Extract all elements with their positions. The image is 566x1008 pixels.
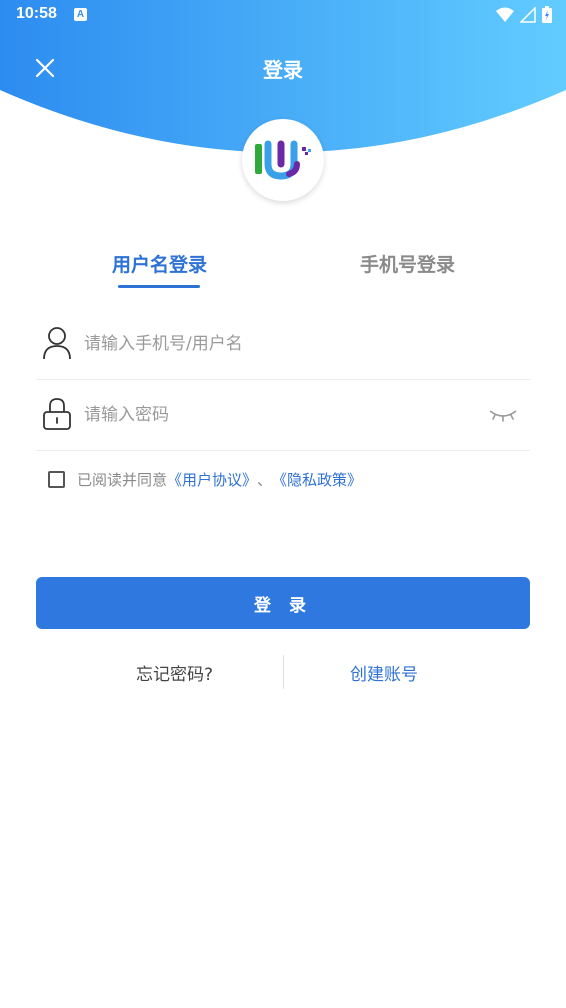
toggle-password-visibility[interactable]	[488, 403, 518, 425]
agreement-prefix: 已阅读并同意	[77, 470, 168, 489]
status-time: 10:58	[16, 5, 57, 22]
wifi-icon	[496, 7, 514, 22]
password-field-row	[36, 379, 530, 451]
create-account-link[interactable]: 创建账号	[350, 660, 418, 685]
logo-icon	[255, 140, 311, 180]
agreement-checkbox[interactable]	[48, 470, 65, 488]
eye-closed-icon	[489, 410, 517, 422]
agreement-row: 已阅读并同意 《用户协议》 、 《隐私政策》	[48, 468, 362, 490]
username-input[interactable]	[84, 328, 474, 360]
notification-icon: A	[74, 8, 87, 21]
signal-icon	[520, 6, 536, 23]
status-icons	[496, 6, 552, 23]
login-button[interactable]: 登 录	[36, 577, 530, 629]
tab-phone-login[interactable]: 手机号登录	[360, 250, 455, 277]
battery-icon	[542, 6, 552, 23]
lock-icon	[43, 398, 71, 430]
status-bar: 10:58 A	[0, 0, 566, 30]
login-tabs: 用户名登录 手机号登录	[0, 250, 566, 290]
username-field-row	[36, 308, 530, 380]
page-title: 登录	[263, 58, 303, 82]
tab-username-login[interactable]: 用户名登录	[112, 250, 207, 277]
user-icon	[43, 327, 71, 360]
password-input[interactable]	[84, 399, 474, 431]
user-agreement-link[interactable]: 《用户协议》	[167, 469, 257, 490]
links-divider	[283, 655, 284, 689]
bottom-links: 忘记密码? 创建账号	[0, 655, 566, 689]
privacy-policy-link[interactable]: 《隐私政策》	[272, 469, 362, 490]
active-tab-indicator	[118, 285, 200, 288]
forgot-password-link[interactable]: 忘记密码?	[136, 660, 213, 685]
app-logo	[242, 119, 324, 201]
agreement-separator: 、	[257, 470, 273, 489]
